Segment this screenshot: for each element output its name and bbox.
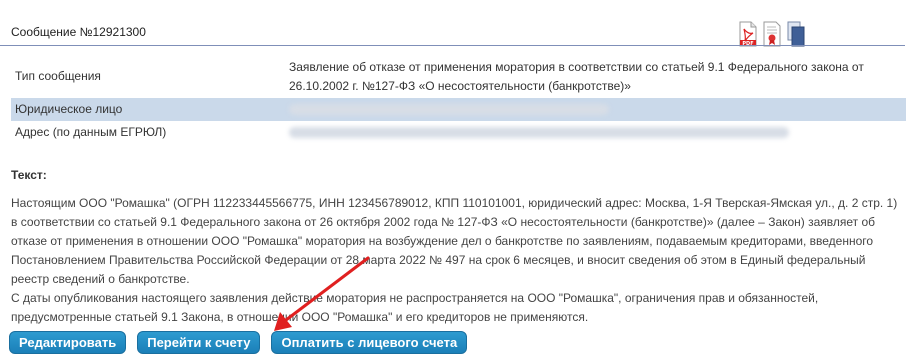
row-label-address: Адрес (по данным ЕГРЮЛ) xyxy=(15,125,167,139)
text-body: Настоящим ООО "Ромашка" (ОГРН 1122334455… xyxy=(11,194,906,327)
pdf-icon[interactable]: PDF xyxy=(738,21,758,47)
table-row: Юридическое лицо xyxy=(11,98,906,121)
text-paragraph: С даты опубликования настоящего заявлени… xyxy=(11,291,819,324)
page-title: Сообщение №12921300 xyxy=(11,25,146,39)
certificate-icon[interactable] xyxy=(762,21,782,47)
copy-icon[interactable] xyxy=(786,21,806,47)
svg-text:PDF: PDF xyxy=(742,41,753,47)
header-icons: PDF xyxy=(738,21,806,47)
text-paragraph: Настоящим ООО "Ромашка" (ОГРН 1122334455… xyxy=(11,196,898,286)
row-label-legal-entity: Юридическое лицо xyxy=(11,98,285,121)
message-info-table: Тип сообщения Заявление об отказе от при… xyxy=(11,56,906,144)
pay-from-account-button[interactable]: Оплатить с лицевого счета xyxy=(271,331,468,354)
row-value-message-type: Заявление об отказе от применения морато… xyxy=(289,60,864,93)
text-heading: Текст: xyxy=(11,168,47,182)
edit-button[interactable]: Редактировать xyxy=(9,331,127,354)
message-text: Текст: Настоящим ООО "Ромашка" (ОГРН 112… xyxy=(11,166,906,327)
action-buttons: Редактировать Перейти к счету Оплатить с… xyxy=(9,331,468,354)
row-label-message-type: Тип сообщения xyxy=(15,69,101,83)
table-row: Тип сообщения Заявление об отказе от при… xyxy=(11,56,906,98)
header-divider xyxy=(0,45,905,46)
table-row: Адрес (по данным ЕГРЮЛ) xyxy=(11,121,906,144)
row-value-legal-entity-redacted xyxy=(285,98,906,121)
message-header: Сообщение №12921300 PDF xyxy=(0,0,905,47)
go-to-invoice-button[interactable]: Перейти к счету xyxy=(137,331,261,354)
row-value-address-redacted xyxy=(285,121,906,144)
